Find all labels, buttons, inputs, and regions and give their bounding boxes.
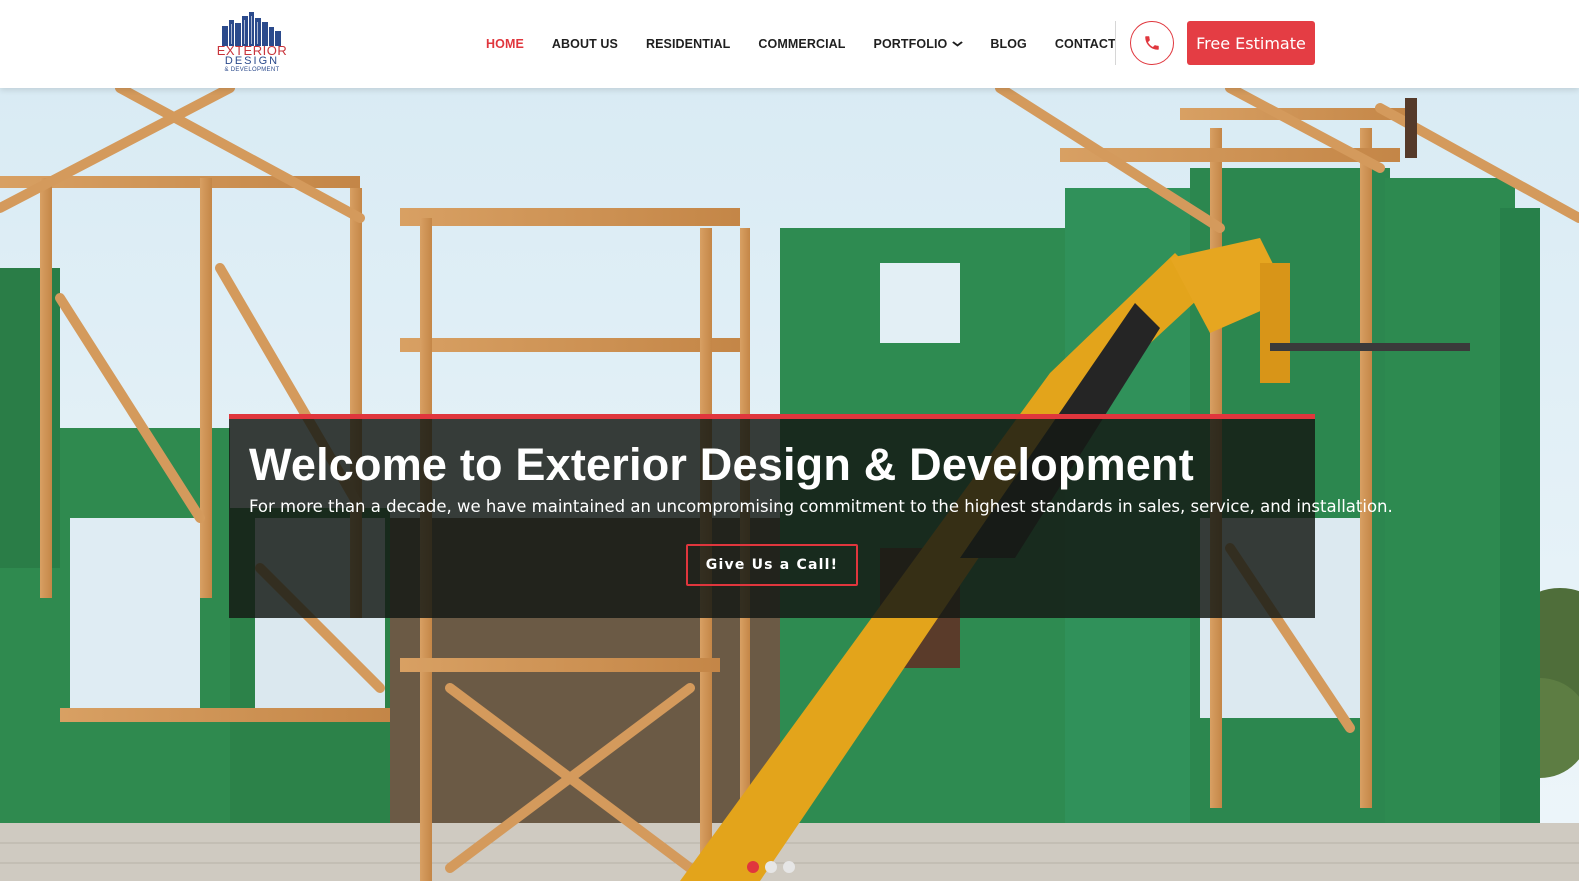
chevron-down-icon — [952, 39, 964, 49]
phone-button[interactable] — [1130, 21, 1174, 65]
skyline-logo-icon — [222, 12, 281, 46]
nav-item-residential[interactable]: RESIDENTIAL — [646, 37, 730, 51]
free-estimate-button[interactable]: Free Estimate — [1187, 21, 1315, 65]
slider-dot-2[interactable] — [765, 861, 777, 873]
hero-caption-box: Welcome to Exterior Design & Development… — [229, 414, 1393, 618]
nav-divider — [1115, 21, 1116, 65]
logo-wordmark-development: & DEVELOPMENT — [224, 67, 280, 73]
nav-item-portfolio[interactable]: PORTFOLIO — [873, 37, 964, 51]
slider-dot-3[interactable] — [783, 861, 795, 873]
hero-slider: Welcome to Exterior Design & Development… — [0, 88, 1579, 881]
logo-wordmark-design: DESIGN — [224, 55, 280, 67]
company-logo[interactable]: EXTERIOR DESIGN & DEVELOPMENT — [214, 12, 290, 74]
site-header: EXTERIOR DESIGN & DEVELOPMENT HOME ABOUT… — [0, 0, 1579, 88]
hero-title: Welcome to Exterior Design & Development — [249, 439, 1194, 490]
give-us-a-call-button[interactable]: Give Us a Call! — [686, 544, 858, 586]
nav-item-portfolio-label: PORTFOLIO — [873, 37, 948, 51]
nav-item-contact[interactable]: CONTACT — [1055, 37, 1116, 51]
nav-item-home[interactable]: HOME — [486, 37, 524, 51]
main-nav: HOME ABOUT US RESIDENTIAL COMMERCIAL POR… — [486, 0, 1144, 88]
slider-pagination — [747, 861, 795, 873]
phone-icon — [1145, 36, 1159, 50]
nav-item-commercial[interactable]: COMMERCIAL — [758, 37, 845, 51]
nav-item-about-us[interactable]: ABOUT US — [552, 37, 618, 51]
hero-subtitle: For more than a decade, we have maintain… — [249, 497, 1393, 516]
slider-dot-1[interactable] — [747, 861, 759, 873]
nav-item-blog[interactable]: BLOG — [990, 37, 1027, 51]
